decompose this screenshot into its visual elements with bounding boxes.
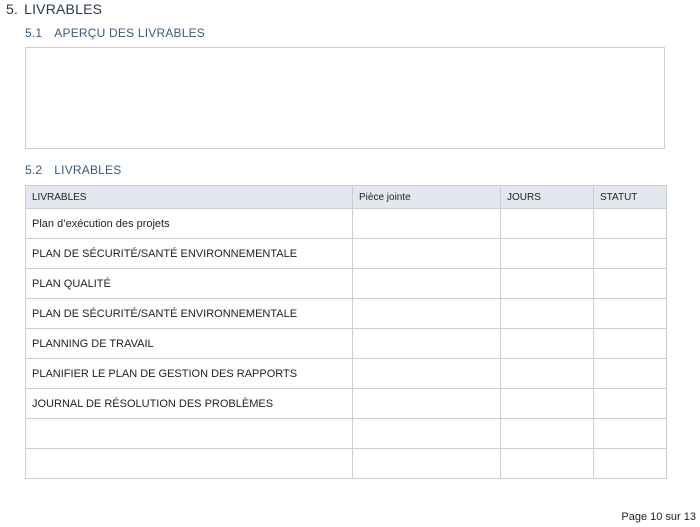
overview-heading: 5.1 APERÇU DES LIVRABLES xyxy=(25,26,205,40)
cell-livrable[interactable]: PLAN DE SÉCURITÉ/SANTÉ ENVIRONNEMENTALE xyxy=(25,298,353,329)
cell-statut[interactable] xyxy=(593,268,667,299)
cell-livrable[interactable] xyxy=(25,448,353,479)
cell-jours[interactable] xyxy=(500,448,594,479)
overview-text-box[interactable] xyxy=(25,47,665,149)
deliverables-table: LIVRABLES Pièce jointe JOURS STATUT Plan… xyxy=(25,185,667,479)
deliverables-title: LIVRABLES xyxy=(54,163,122,177)
cell-livrable[interactable]: PLANNING DE TRAVAIL xyxy=(25,328,353,359)
section-number: 5. xyxy=(6,1,19,17)
cell-jours[interactable] xyxy=(500,238,594,269)
cell-statut[interactable] xyxy=(593,208,667,239)
cell-jours[interactable] xyxy=(500,418,594,449)
column-header-statut: STATUT xyxy=(593,185,667,209)
cell-jours[interactable] xyxy=(500,208,594,239)
cell-piece-jointe[interactable] xyxy=(352,388,501,419)
cell-statut[interactable] xyxy=(593,328,667,359)
cell-piece-jointe[interactable] xyxy=(352,238,501,269)
cell-jours[interactable] xyxy=(500,298,594,329)
deliverables-number: 5.2 xyxy=(25,163,43,177)
page-number: Page 10 sur 13 xyxy=(621,511,696,523)
cell-livrable[interactable] xyxy=(25,418,353,449)
cell-jours[interactable] xyxy=(500,268,594,299)
cell-statut[interactable] xyxy=(593,448,667,479)
deliverables-heading: 5.2 LIVRABLES xyxy=(25,163,121,177)
cell-livrable[interactable]: PLAN DE SÉCURITÉ/SANTÉ ENVIRONNEMENTALE xyxy=(25,238,353,269)
cell-piece-jointe[interactable] xyxy=(352,268,501,299)
table-row: PLANNING DE TRAVAIL xyxy=(25,328,667,359)
table-row: JOURNAL DE RÉSOLUTION DES PROBLÈMES xyxy=(25,388,667,419)
cell-statut[interactable] xyxy=(593,238,667,269)
table-row: Plan d’exécution des projets xyxy=(25,208,667,239)
cell-piece-jointe[interactable] xyxy=(352,328,501,359)
table-row: PLANIFIER LE PLAN DE GESTION DES RAPPORT… xyxy=(25,358,667,389)
overview-number: 5.1 xyxy=(25,26,43,40)
column-header-piece-jointe: Pièce jointe xyxy=(352,185,501,209)
cell-statut[interactable] xyxy=(593,388,667,419)
cell-livrable[interactable]: Plan d’exécution des projets xyxy=(25,208,353,239)
cell-statut[interactable] xyxy=(593,298,667,329)
cell-jours[interactable] xyxy=(500,358,594,389)
table-row xyxy=(25,418,667,449)
cell-jours[interactable] xyxy=(500,388,594,419)
column-header-jours: JOURS xyxy=(500,185,594,209)
table-row: PLAN DE SÉCURITÉ/SANTÉ ENVIRONNEMENTALE xyxy=(25,238,667,269)
column-header-livrables: LIVRABLES xyxy=(25,185,353,209)
cell-piece-jointe[interactable] xyxy=(352,418,501,449)
cell-jours[interactable] xyxy=(500,328,594,359)
cell-statut[interactable] xyxy=(593,418,667,449)
cell-livrable[interactable]: JOURNAL DE RÉSOLUTION DES PROBLÈMES xyxy=(25,388,353,419)
table-row xyxy=(25,448,667,479)
overview-title: APERÇU DES LIVRABLES xyxy=(54,26,206,40)
section-heading: 5. LIVRABLES xyxy=(6,1,102,17)
cell-piece-jointe[interactable] xyxy=(352,298,501,329)
cell-piece-jointe[interactable] xyxy=(352,208,501,239)
table-row: PLAN QUALITÉ xyxy=(25,268,667,299)
table-row: PLAN DE SÉCURITÉ/SANTÉ ENVIRONNEMENTALE xyxy=(25,298,667,329)
section-title: LIVRABLES xyxy=(24,1,103,17)
cell-statut[interactable] xyxy=(593,358,667,389)
cell-livrable[interactable]: PLAN QUALITÉ xyxy=(25,268,353,299)
table-header-row: LIVRABLES Pièce jointe JOURS STATUT xyxy=(25,185,667,209)
cell-livrable[interactable]: PLANIFIER LE PLAN DE GESTION DES RAPPORT… xyxy=(25,358,353,389)
cell-piece-jointe[interactable] xyxy=(352,448,501,479)
cell-piece-jointe[interactable] xyxy=(352,358,501,389)
